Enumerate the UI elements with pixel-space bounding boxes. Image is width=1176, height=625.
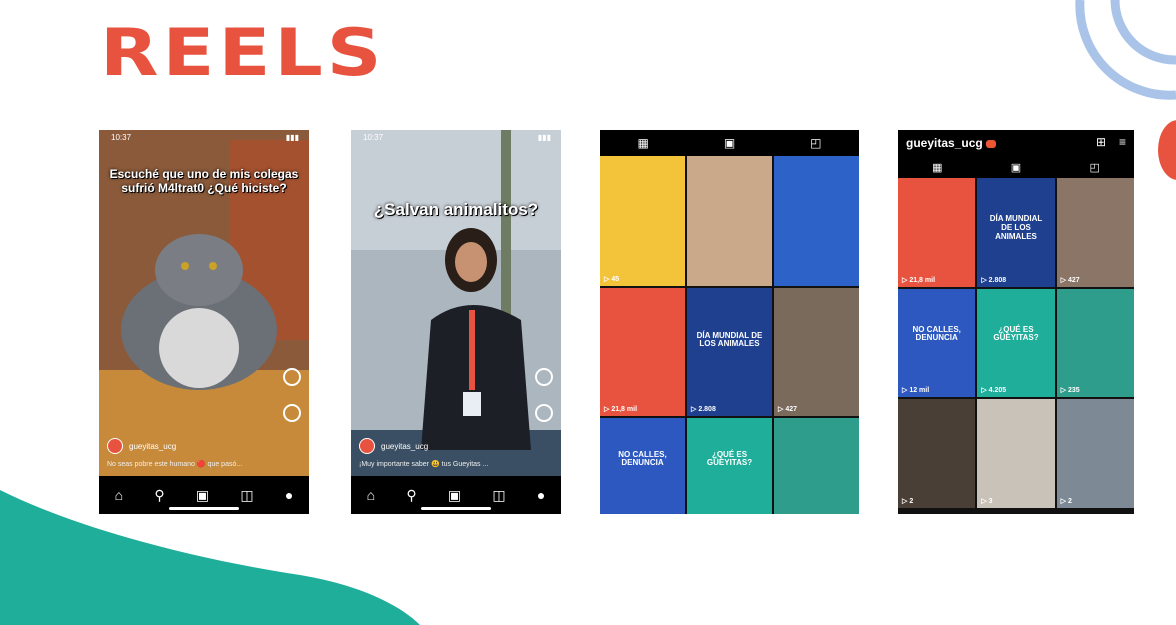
reel-thumbnail[interactable]: ▷ 427 [1056,178,1134,287]
reel-thumbnail[interactable]: ▷ 2 [1056,399,1134,508]
username[interactable]: gueyitas_ucg [129,442,176,451]
reel-description: No seas pobre este humano 🔴 que pasó... [107,461,243,468]
reel-thumbnail[interactable]: ▷ 427 [774,288,859,416]
reel-thumbnail[interactable]: DÍA MUNDIAL DE LOS ANIMALES ▷ 2.808 [687,288,772,416]
reels-grid: ▷ 45 ▷ 21,8 mil DÍA MUNDIAL DE LOS ANIMALE… [600,156,859,514]
signal-icon: ▮▮▮ [537,133,551,142]
tagged-icon[interactable]: ◰ [1089,161,1099,174]
view-count: ▷ 2 [902,497,914,505]
reel-thumbnail[interactable]: ▷ 45 [600,156,685,286]
thumbnail-caption: DÍA MUNDIAL DE LOS ANIMALES [696,330,763,349]
like-icon[interactable] [535,368,553,386]
grid-icon[interactable]: ▦ [932,161,942,174]
thumbnail-caption: NO CALLES, DENUNCIA [912,324,961,343]
thumbnail-caption: NO CALLES, DENUNCIA [618,449,667,468]
decorative-dot [1158,120,1176,180]
status-time: 10:37 [363,133,384,142]
view-count: ▷ 427 [778,406,798,413]
reel-thumbnail[interactable]: ¿QUÉ ES GÜEYITAS? ▷ 4.205 [977,288,1055,398]
reel-thumbnail[interactable]: DÍA MUNDIAL DE LOS ANIMALES ▷ 2.808 [977,178,1055,287]
shop-icon[interactable]: ◫ [492,487,505,504]
thumbnail-caption: ¿QUÉ ES GÜEYITAS? [993,324,1039,343]
search-icon[interactable]: ⚲ [154,487,164,504]
home-indicator [421,507,491,510]
thumbnail-caption: ¿QUÉ ES GÜEYITAS? [706,449,753,468]
reel-thumbnail[interactable]: ▷ 21,8 mil [898,178,976,287]
search-icon[interactable]: ⚲ [406,487,416,504]
menu-icon[interactable]: ≡ [1119,135,1126,149]
view-count: ▷ 21,8 mil [604,406,638,413]
person-reel-background [351,130,561,514]
reel-thumbnail[interactable]: NO CALLES, DENUNCIA ▷ 12 mil [898,288,976,398]
reel-thumbnail[interactable]: ▷ 235 [1056,288,1134,398]
reels-grid: ▷ 21,8 mil DÍA MUNDIAL DE LOS ANIMALES ▷ 2… [898,178,1134,508]
reels-grid-phone[interactable]: ▦ ▣ ◰ ▷ 45 ▷ 21,8 mil DÍA MUNDIAL DE LOS A… [600,130,859,514]
reel-user-row[interactable]: gueyitas_ucg [107,438,176,454]
view-count: ▷ 2 [1060,497,1072,505]
reel-user-row[interactable]: gueyitas_ucg [359,438,428,454]
signal-icon: ▮▮▮ [285,133,299,142]
reel-thumbnail[interactable]: ▷ 3 [977,399,1055,508]
profile-icon[interactable]: ● [537,487,545,503]
reel-description: ¡Muy importante saber 😃 tus Gueyitas ... [359,461,489,468]
profile-icon[interactable]: ● [285,487,293,503]
reel-thumbnail[interactable] [774,418,859,514]
view-count: ▷ 4.205 [981,387,1007,395]
decorative-arcs [1075,0,1176,100]
reel-caption: Escuché que uno de mis colegas sufrió M4… [109,167,299,195]
tagged-icon[interactable]: ◰ [810,136,821,150]
view-count: ▷ 2.808 [981,276,1007,284]
like-icon[interactable] [283,368,301,386]
profile-tabs: ▦ ▣ ◰ [600,130,859,156]
reel-caption: ¿Salvan animalitos? [373,200,539,219]
reels-icon[interactable]: ▣ [1011,161,1021,174]
avatar [107,438,123,454]
live-badge-icon [985,139,996,148]
bottom-nav: ⌂ ⚲ ▣ ◫ ● [351,476,561,514]
shop-icon[interactable]: ◫ [240,487,253,504]
reel-phone-cat[interactable]: 10:37 ▮▮▮ Escuché que uno de mis colegas … [99,130,309,514]
profile-header: gueyitas_ucg ⊞ ≡ [898,130,1134,156]
reel-action-icons [535,368,553,440]
reel-thumbnail[interactable] [687,156,772,286]
profile-reels-phone[interactable]: gueyitas_ucg ⊞ ≡ ▦ ▣ ◰ ▷ 21,8 mil DÍA MUN… [898,130,1134,514]
reel-phone-person[interactable]: 10:37 ▮▮▮ ¿Salvan animalitos? gueyitas_uc… [351,130,561,514]
home-icon[interactable]: ⌂ [115,487,123,503]
avatar [359,438,375,454]
view-count: ▷ 12 mil [902,387,930,395]
view-count: ▷ 45 [604,276,620,283]
reel-thumbnail[interactable]: NO CALLES, DENUNCIA [600,418,685,514]
reels-icon[interactable]: ▣ [196,487,209,504]
add-icon[interactable]: ⊞ [1096,135,1106,149]
status-time: 10:37 [111,133,132,142]
profile-tabs: ▦ ▣ ◰ [898,156,1134,178]
view-count: ▷ 2.808 [691,406,716,413]
comment-icon[interactable] [535,404,553,422]
reels-icon[interactable]: ▣ [448,487,461,504]
grid-icon[interactable]: ▦ [637,136,648,150]
bottom-nav: ⌂ ⚲ ▣ ◫ ● [99,476,309,514]
reel-thumbnail[interactable]: ▷ 2 [898,399,976,508]
view-count: ▷ 235 [1060,387,1080,395]
username[interactable]: gueyitas_ucg [381,442,428,451]
page-title: REELS [100,13,386,91]
comment-icon[interactable] [283,404,301,422]
profile-username[interactable]: gueyitas_ucg [906,136,996,150]
reel-thumbnail[interactable]: ¿QUÉ ES GÜEYITAS? [687,418,772,514]
reels-icon[interactable]: ▣ [724,136,735,150]
home-indicator [169,507,239,510]
view-count: ▷ 3 [981,497,993,505]
reel-thumbnail[interactable]: ▷ 21,8 mil [600,288,685,416]
view-count: ▷ 21,8 mil [902,276,936,284]
thumbnail-caption: DÍA MUNDIAL DE LOS ANIMALES [989,213,1043,241]
reel-thumbnail[interactable] [774,156,859,286]
view-count: ▷ 427 [1060,276,1080,284]
home-icon[interactable]: ⌂ [367,487,375,503]
reel-action-icons [283,368,301,440]
